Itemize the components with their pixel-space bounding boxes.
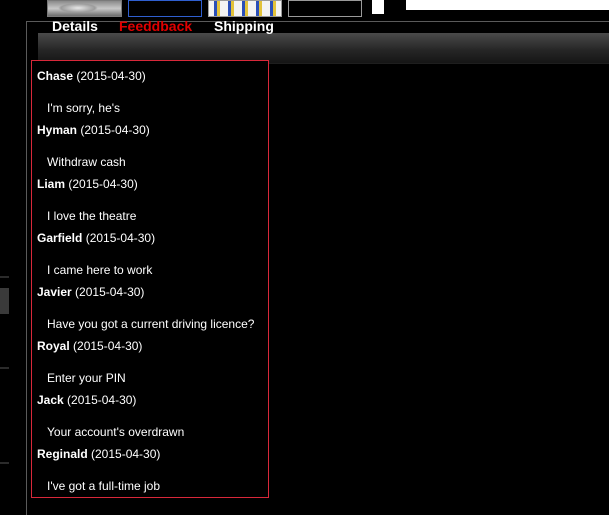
feedback-author: Hyman (2015-04-30) bbox=[37, 123, 150, 137]
tab-shipping[interactable]: Shipping bbox=[214, 18, 274, 34]
feedback-author: Garfield (2015-04-30) bbox=[37, 231, 155, 245]
feedback-date: (2015-04-30) bbox=[85, 231, 156, 245]
feedback-author-name: Chase bbox=[37, 69, 74, 83]
feedback-author-name: Hyman bbox=[37, 123, 78, 137]
product-thumbnail-4[interactable] bbox=[288, 0, 362, 17]
tab-details[interactable]: Details bbox=[52, 18, 98, 34]
left-edge-handle bbox=[0, 288, 9, 314]
page: Details Feeddback Shipping Chase (2015-0… bbox=[0, 0, 609, 515]
feedback-author: Liam (2015-04-30) bbox=[37, 177, 138, 191]
product-thumbnail-3[interactable] bbox=[208, 0, 282, 17]
feedback-author-name: Javier bbox=[37, 285, 72, 299]
feedback-message: I've got a full-time job bbox=[47, 479, 161, 493]
feedback-message: Withdraw cash bbox=[47, 155, 126, 169]
feedback-author-name: Jack bbox=[37, 393, 64, 407]
feedback-author-name: Liam bbox=[37, 177, 66, 191]
feedback-author: Chase (2015-04-30) bbox=[37, 69, 146, 83]
feedback-author: Royal (2015-04-30) bbox=[37, 339, 142, 353]
feedback-author: Jack (2015-04-30) bbox=[37, 393, 136, 407]
feedback-author: Reginald (2015-04-30) bbox=[37, 447, 160, 461]
feedback-date: (2015-04-30) bbox=[80, 123, 150, 137]
feedback-date: (2015-04-30) bbox=[67, 393, 137, 407]
feedback-author: Javier (2015-04-30) bbox=[37, 285, 144, 299]
top-white-bar bbox=[406, 0, 609, 10]
feedback-date: (2015-04-30) bbox=[73, 339, 143, 353]
top-square-block bbox=[372, 0, 384, 14]
left-edge-tick bbox=[0, 276, 9, 278]
feedback-author-name: Royal bbox=[37, 339, 70, 353]
feedback-date: (2015-04-30) bbox=[76, 69, 146, 83]
product-thumbnail-2[interactable] bbox=[128, 0, 202, 17]
left-edge-tick bbox=[0, 367, 9, 369]
feedback-message: Have you got a current driving licence? bbox=[47, 317, 255, 331]
tab-feedback[interactable]: Feeddback bbox=[119, 18, 192, 34]
feedback-message: Your account's overdrawn bbox=[47, 425, 185, 439]
feedback-message: Enter your PIN bbox=[47, 371, 126, 385]
feedback-author-name: Garfield bbox=[37, 231, 83, 245]
product-thumbnail-1[interactable] bbox=[47, 0, 122, 17]
left-edge-tick bbox=[0, 462, 9, 464]
feedback-date: (2015-04-30) bbox=[91, 447, 161, 461]
feedback-date: (2015-04-30) bbox=[68, 177, 138, 191]
feedback-message: I came here to work bbox=[47, 263, 153, 277]
feedback-message: I'm sorry, he's bbox=[47, 101, 121, 115]
feedback-author-name: Reginald bbox=[37, 447, 88, 461]
feedback-date: (2015-04-30) bbox=[75, 285, 145, 299]
feedback-message: I love the theatre bbox=[47, 209, 137, 223]
